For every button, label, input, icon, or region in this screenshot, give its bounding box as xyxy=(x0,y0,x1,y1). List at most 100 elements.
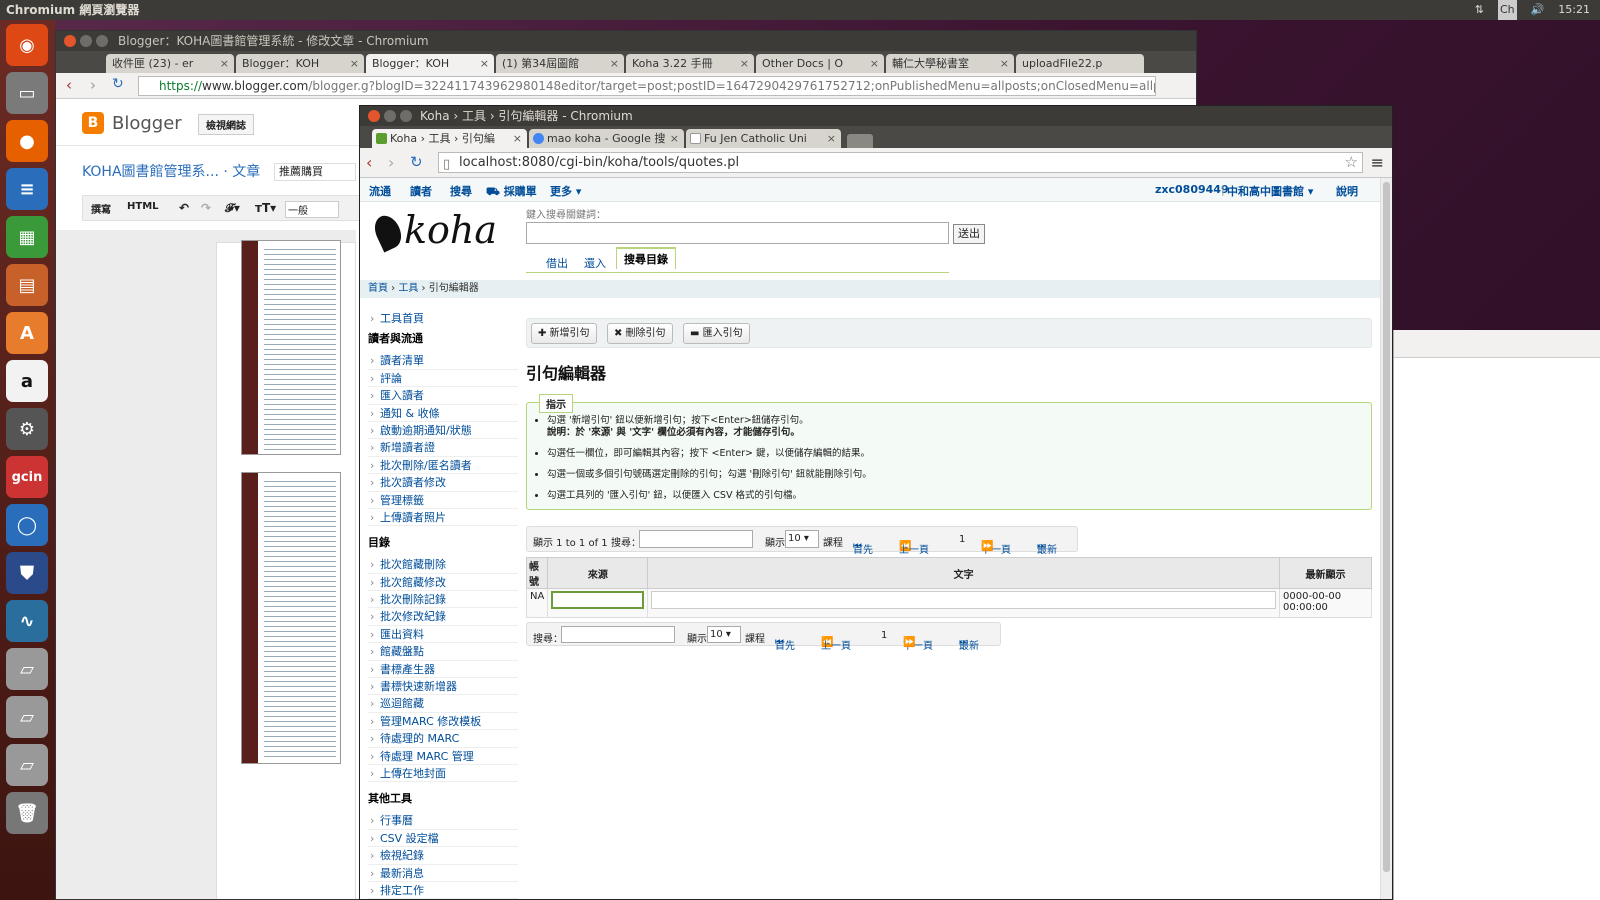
redo-icon[interactable]: ↷ xyxy=(201,201,211,215)
delete-quote-button[interactable]: ✖ 刪除引句 xyxy=(607,323,673,344)
column-header-id[interactable]: 帳號 xyxy=(525,557,549,589)
launcher-gcin-icon[interactable]: gcin xyxy=(6,456,48,498)
pager-search-input[interactable] xyxy=(639,530,753,548)
html-mode-button[interactable]: HTML xyxy=(127,201,159,212)
sidebar-item[interactable]: 批次館藏刪除 xyxy=(368,556,518,574)
post-title-field[interactable]: 推薦購買 xyxy=(274,163,356,181)
tab-search-catalog[interactable]: 搜尋目錄 xyxy=(616,247,676,269)
format-select[interactable]: 一般 xyxy=(285,201,339,218)
font-family-icon[interactable]: 𝓕▾ xyxy=(225,201,240,216)
close-tab-icon[interactable]: × xyxy=(827,129,836,148)
nav-user[interactable]: zxc0809449 xyxy=(1155,183,1229,196)
post-title-link[interactable]: KOHA圖書館管理系... · 文章 xyxy=(82,161,260,181)
close-tab-icon[interactable]: × xyxy=(480,54,489,73)
launcher-firefox-icon[interactable]: ● xyxy=(6,120,48,162)
source-edit-input[interactable] xyxy=(551,591,645,609)
back-arrow-icon[interactable]: ‹ xyxy=(66,76,72,94)
nav-cart[interactable]: ⛟ 採購單 xyxy=(486,183,537,200)
tab-fju-secretariat[interactable]: 輔仁大學秘書室 × xyxy=(886,54,1014,73)
launcher-software-icon[interactable]: A xyxy=(6,312,48,354)
address-bar[interactable]: ▯ localhost:8080/cgi-bin/koha/tools/quot… xyxy=(438,152,1363,173)
cell-text[interactable] xyxy=(647,588,1280,618)
font-size-icon[interactable]: ᴛT▾ xyxy=(255,201,276,215)
table-row[interactable]: NA 0000-00-00 00:00:00 xyxy=(525,588,1372,618)
network-arrows-icon[interactable]: ⇅ xyxy=(1475,0,1484,20)
scrollbar-thumb[interactable] xyxy=(1383,182,1390,872)
close-tab-icon[interactable]: × xyxy=(740,54,749,73)
tab-koha-manual[interactable]: Koha 3.22 手冊 × xyxy=(626,54,754,73)
pager-per-page-select[interactable]: 10 ▾ xyxy=(707,626,741,643)
launcher-calc-icon[interactable]: ▦ xyxy=(6,216,48,258)
sidebar-item[interactable]: 排定工作 xyxy=(368,882,518,899)
tab-fju[interactable]: Fu Jen Catholic Uni × xyxy=(686,129,841,148)
launcher-writer-icon[interactable]: ≡ xyxy=(6,168,48,210)
search-go-button[interactable]: 送出 xyxy=(953,224,985,244)
tab-upload-file[interactable]: uploadFile22.p xyxy=(1016,54,1144,73)
tab-blogger-1[interactable]: Blogger：KOH × xyxy=(236,54,364,73)
close-tab-icon[interactable]: × xyxy=(610,54,619,73)
close-tab-icon[interactable]: × xyxy=(1000,54,1009,73)
sidebar-item[interactable]: 檢視紀錄 xyxy=(368,847,518,865)
reload-icon[interactable]: ↻ xyxy=(410,153,423,171)
launcher-drive3-icon[interactable]: ▱ xyxy=(6,744,48,786)
minimize-window-icon[interactable] xyxy=(384,110,396,122)
page-scrollbar[interactable] xyxy=(1380,178,1392,899)
screenshot-thumbnail-1[interactable] xyxy=(241,240,341,455)
nav-circulation[interactable]: 流通 xyxy=(369,183,391,199)
sidebar-item[interactable]: 批次館藏修改 xyxy=(368,574,518,592)
launcher-shield-icon[interactable]: ⛊ xyxy=(6,552,48,594)
sidebar-item-tools-home[interactable]: 工具首頁 xyxy=(368,310,518,327)
sidebar-item[interactable]: 行事曆 xyxy=(368,812,518,830)
sidebar-item[interactable]: 上傳讀者照片 xyxy=(368,509,518,527)
sidebar-item[interactable]: 上傳在地封面 xyxy=(368,765,518,783)
pager-search-input[interactable] xyxy=(561,626,675,643)
tab-google-search[interactable]: mao koha - Google 搜 × xyxy=(529,129,684,148)
minimize-window-icon[interactable] xyxy=(80,35,92,47)
nav-search[interactable]: 搜尋 xyxy=(450,183,472,199)
back-address-bar[interactable]: https://www.blogger.com/blogger.g?blogID… xyxy=(138,76,1156,96)
input-method-icon[interactable]: Ch xyxy=(1497,0,1517,20)
launcher-files-icon[interactable]: ▭ xyxy=(6,72,48,114)
text-edit-input[interactable] xyxy=(651,591,1276,609)
sidebar-item[interactable]: 批次刪除記錄 xyxy=(368,591,518,609)
sidebar-item[interactable]: 批次修改紀錄 xyxy=(368,608,518,626)
launcher-impress-icon[interactable]: ▤ xyxy=(6,264,48,306)
import-quote-button[interactable]: ▬ 匯入引句 xyxy=(683,323,750,344)
sidebar-item[interactable]: 讀者清單 xyxy=(368,352,518,370)
search-input[interactable] xyxy=(526,222,949,244)
sidebar-item[interactable]: 管理MARC 修改模板 xyxy=(368,713,518,731)
sidebar-item[interactable]: 館藏盤點 xyxy=(368,643,518,661)
close-tab-icon[interactable]: × xyxy=(350,54,359,73)
blogger-logo-icon[interactable]: B xyxy=(82,112,104,134)
launcher-trash-icon[interactable]: 🗑 xyxy=(6,792,48,834)
back-arrow-icon[interactable]: ‹ xyxy=(366,153,372,172)
launcher-chromium-icon[interactable]: ◯ xyxy=(6,504,48,546)
column-header-last-shown[interactable]: 最新顯示 xyxy=(1279,557,1372,589)
close-tab-icon[interactable]: × xyxy=(670,129,679,148)
launcher-monitor-icon[interactable]: ∿ xyxy=(6,600,48,642)
forward-arrow-icon[interactable]: › xyxy=(90,76,96,94)
sidebar-item[interactable]: 待處理的 MARC xyxy=(368,730,518,748)
close-window-icon[interactable] xyxy=(368,110,380,122)
nav-branch[interactable]: 中和高中圖書館 ▾ xyxy=(1227,183,1313,199)
koha-logo[interactable]: koha xyxy=(369,208,497,253)
sidebar-item[interactable]: 巡迴館藏 xyxy=(368,695,518,713)
sidebar-item[interactable]: 批次刪除/匿名讀者 xyxy=(368,457,518,475)
sidebar-item[interactable]: 管理標籤 xyxy=(368,492,518,509)
compose-mode-button[interactable]: 撰寫 xyxy=(91,201,111,216)
sidebar-item[interactable]: 新增讀者證 xyxy=(368,439,518,457)
sidebar-item[interactable]: 匯入讀者 xyxy=(368,387,518,405)
close-window-icon[interactable] xyxy=(64,35,76,47)
maximize-window-icon[interactable] xyxy=(96,35,108,47)
pager-current-page[interactable]: 1 xyxy=(881,630,887,641)
forward-arrow-icon[interactable]: › xyxy=(388,153,394,172)
cell-last-shown[interactable]: 0000-00-00 00:00:00 xyxy=(1279,588,1372,618)
sidebar-item[interactable]: 評論 xyxy=(368,370,518,388)
nav-more[interactable]: 更多 ▾ xyxy=(550,183,581,199)
sidebar-item[interactable]: 書標快速新增器 xyxy=(368,678,518,696)
reload-icon[interactable]: ↻ xyxy=(112,76,124,92)
launcher-settings-icon[interactable]: ⚙ xyxy=(6,408,48,450)
volume-icon[interactable]: 🔊 xyxy=(1531,0,1545,20)
view-blog-button[interactable]: 檢視網誌 xyxy=(198,114,254,135)
launcher-ubuntu-icon[interactable]: ◉ xyxy=(6,24,48,66)
